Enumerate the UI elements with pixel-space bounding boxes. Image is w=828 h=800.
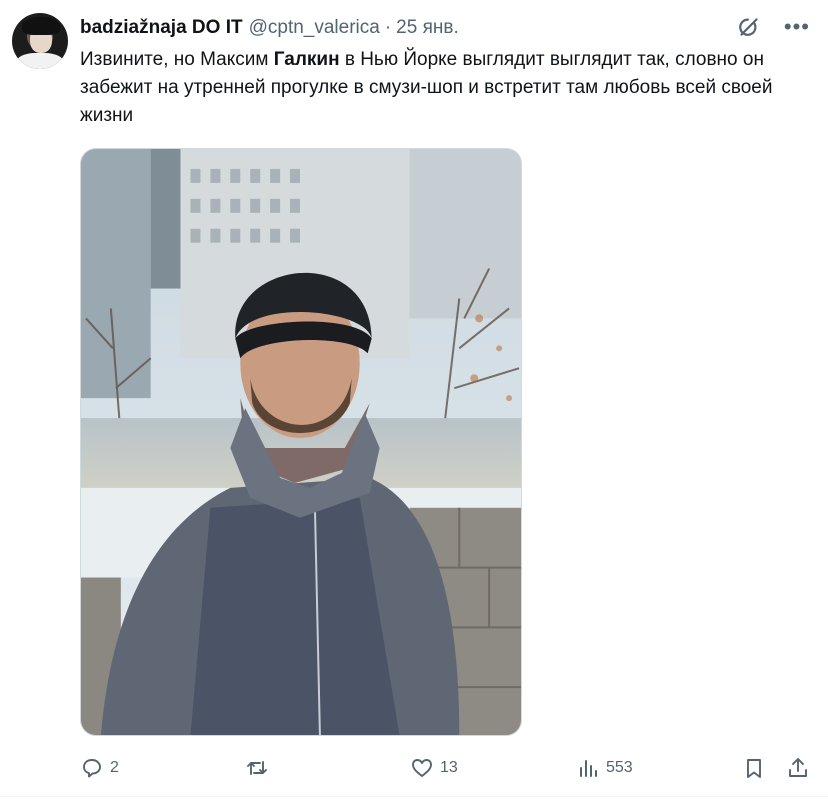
reply-icon [83,759,101,778]
repost-icon [247,761,267,775]
bookmark-button[interactable] [742,756,766,780]
views-button[interactable]: 553 [576,756,633,780]
grok-icon[interactable] [736,14,762,40]
avatar-body-shape [16,53,64,69]
header-separator: · [384,17,392,38]
avatar-hat-shape [22,17,60,35]
avatar[interactable] [12,13,68,69]
tweet-photo[interactable] [80,148,522,736]
author-handle[interactable]: @cptn_valerica [249,17,380,39]
like-button[interactable]: 13 [410,756,458,780]
author-name[interactable]: badziažnaja DO IT [80,17,243,39]
tweet-text: Извините, но Максим Галкин в Нью Йорке в… [80,46,810,130]
tweet-card[interactable]: badziažnaja DO IT @cptn_valerica · 25 ян… [0,0,828,800]
tweet-header: badziažnaja DO IT @cptn_valerica · 25 ян… [80,13,459,43]
views-count: 553 [606,759,633,776]
top-actions: ••• [736,14,810,40]
action-bar: 2 13 553 [80,752,810,784]
share-button[interactable] [786,756,810,780]
share-icon [789,758,807,777]
reply-button[interactable]: 2 [80,756,119,780]
tweet-text-part: Извините, но Максим [80,49,274,70]
tweet-text-bold: Галкин [273,49,340,70]
divider [0,796,828,797]
like-count: 13 [440,759,458,776]
tweet-date[interactable]: 25 янв. [396,17,459,39]
more-icon[interactable]: ••• [784,16,810,38]
repost-button[interactable] [245,756,275,780]
reply-count: 2 [110,759,119,776]
bookmark-icon [747,759,761,778]
heart-icon [412,759,432,777]
photo-illustration [81,149,521,735]
views-icon [580,760,597,777]
